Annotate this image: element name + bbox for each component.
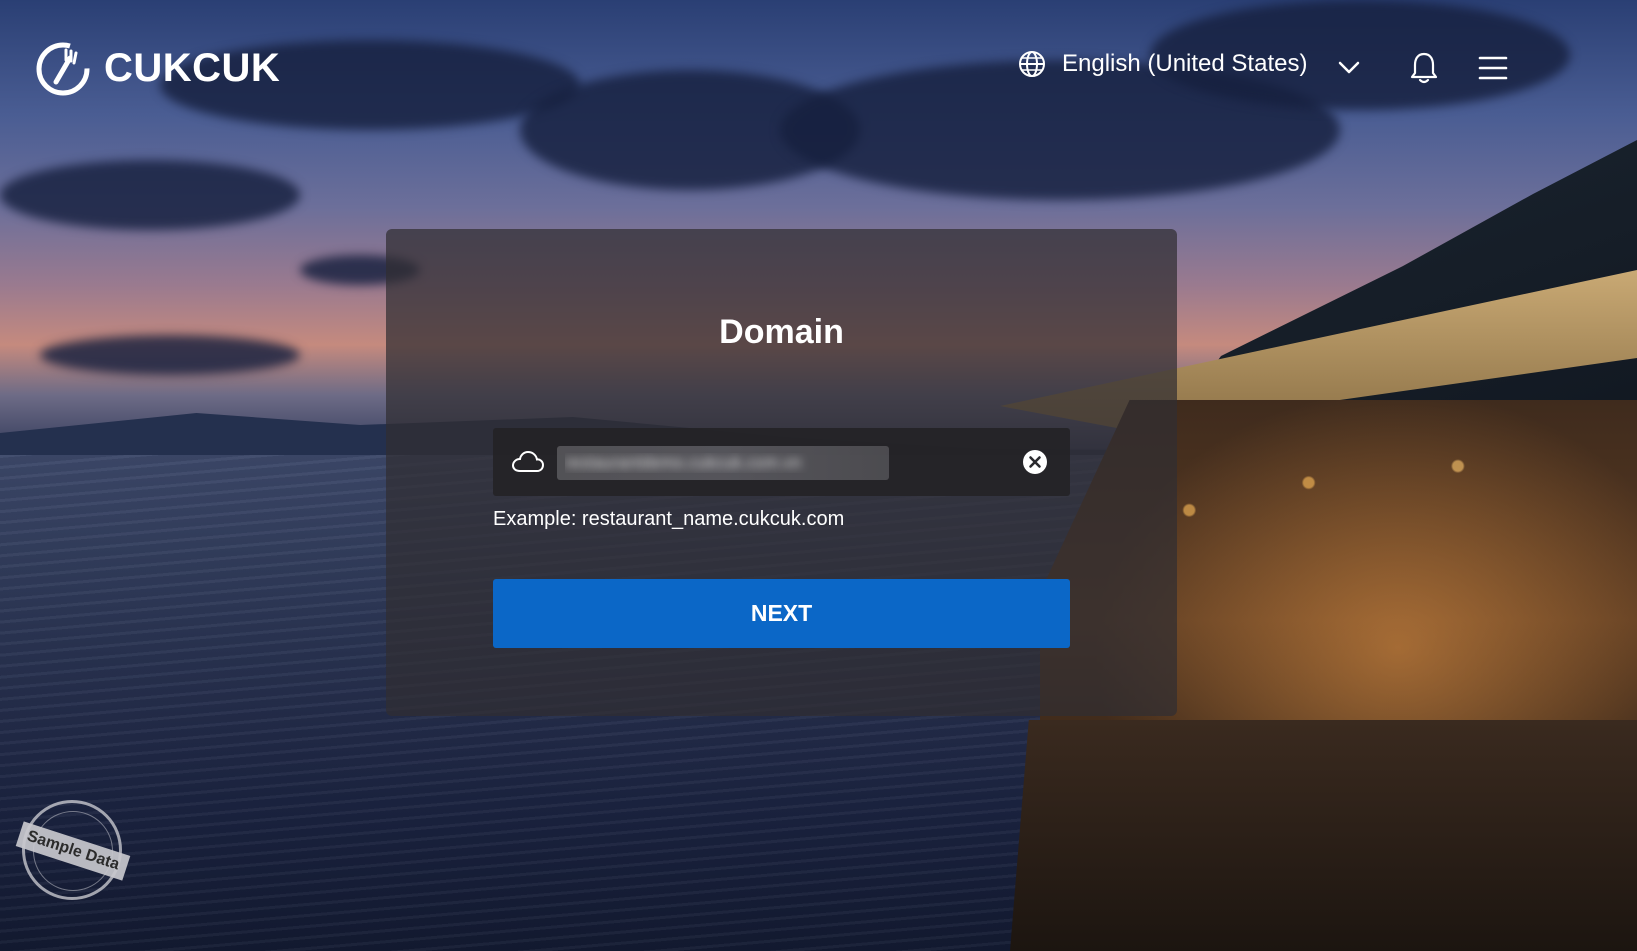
chevron-down-icon[interactable] [1336, 55, 1362, 81]
hamburger-menu-icon[interactable] [1478, 55, 1508, 81]
domain-card: Domain Example: restaurant_name.cukcuk.c… [386, 229, 1177, 716]
wooden-deck [1010, 720, 1637, 951]
sample-data-stamp: Sample Data [15, 800, 131, 900]
cloud [40, 335, 300, 375]
domain-example-hint: Example: restaurant_name.cukcuk.com [493, 508, 845, 530]
clear-icon[interactable] [1022, 449, 1048, 475]
cloud-icon [511, 450, 545, 472]
globe-icon [1019, 51, 1045, 77]
next-button[interactable]: NEXT [493, 579, 1070, 648]
domain-input[interactable] [557, 446, 889, 480]
domain-field[interactable] [493, 428, 1070, 496]
logo-text: CUKCUK [104, 45, 281, 90]
card-title: Domain [719, 313, 844, 351]
bell-icon[interactable] [1408, 50, 1440, 86]
cukcuk-logo[interactable]: CUKCUK [34, 38, 280, 98]
chef-fork-icon [36, 42, 90, 96]
language-selector[interactable]: English (United States) [1018, 50, 1307, 78]
cloud [0, 160, 300, 230]
language-label: English (United States) [1062, 50, 1308, 77]
top-bar: CUKCUK English (United States) [0, 0, 1637, 140]
